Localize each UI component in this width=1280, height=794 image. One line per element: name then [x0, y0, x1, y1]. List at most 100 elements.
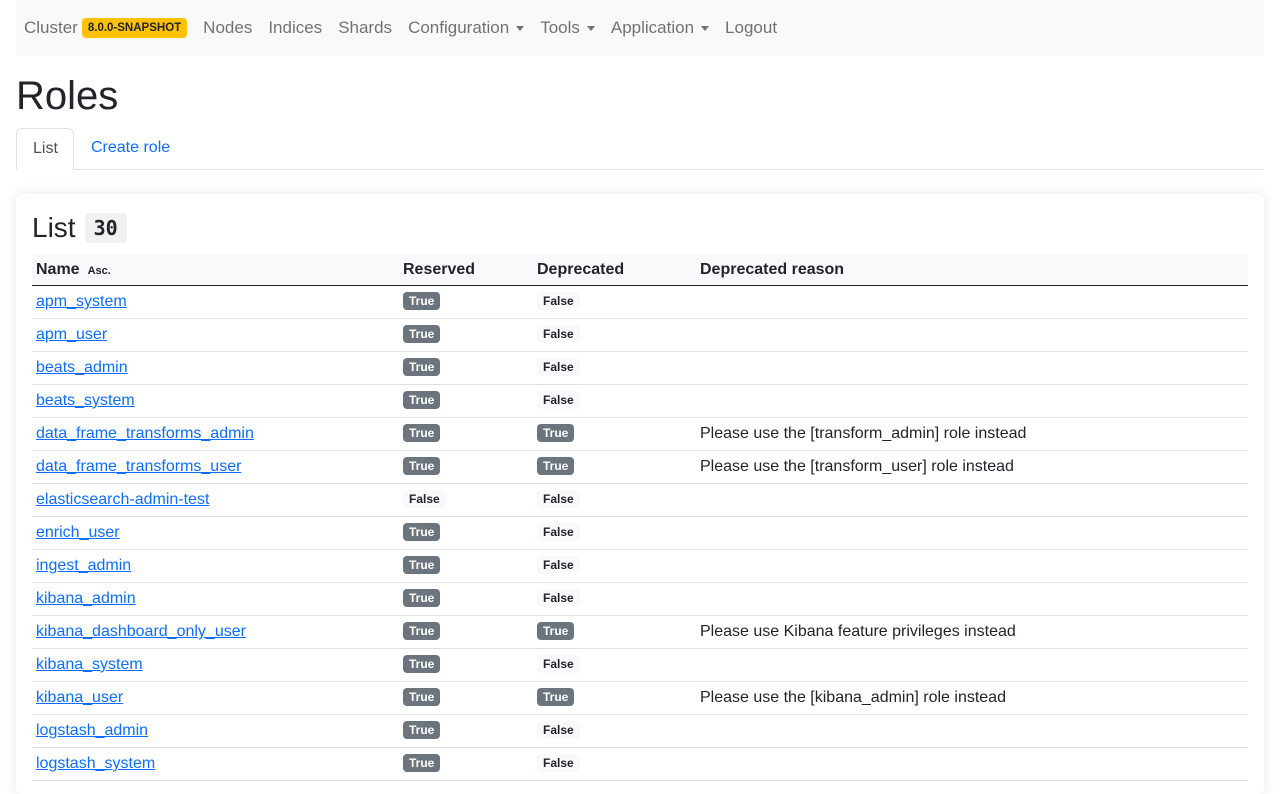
- deprecated-reason-cell: Please use the [transform_admin] role in…: [700, 425, 1027, 442]
- reserved-badge: True: [403, 588, 441, 607]
- role-link[interactable]: kibana_user: [36, 689, 123, 706]
- reserved-cell: True: [403, 319, 441, 351]
- reserved-badge: True: [403, 720, 441, 739]
- deprecated-cell: True: [537, 616, 575, 648]
- caret-down-icon: [586, 26, 595, 31]
- deprecated-cell: False: [537, 352, 580, 384]
- deprecated-cell: False: [537, 550, 580, 582]
- deprecated-cell: False: [537, 319, 580, 351]
- table-row: logstash_admin True False: [32, 715, 1248, 748]
- name-cell: logstash_admin: [36, 715, 148, 747]
- reserved-cell: True: [403, 418, 441, 450]
- nav-item-label: Application: [610, 18, 695, 37]
- table-row: kibana_user True True Please use the [kiban…: [32, 682, 1248, 715]
- nav-item-label: Configuration: [408, 18, 510, 37]
- deprecated-badge: True: [537, 687, 575, 706]
- reserved-badge: True: [403, 390, 441, 409]
- tab-list[interactable]: List: [16, 128, 74, 170]
- reserved-cell: True: [403, 583, 441, 615]
- role-link[interactable]: ingest_admin: [36, 557, 131, 574]
- role-link[interactable]: logstash_admin: [36, 722, 148, 739]
- nav-item-nodes[interactable]: Nodes: [203, 18, 252, 38]
- sort-indicator: Asc.: [87, 265, 111, 277]
- nav-item-shards[interactable]: Shards: [338, 18, 392, 38]
- table-row: kibana_dashboard_only_user True True Please…: [32, 616, 1248, 649]
- role-link[interactable]: beats_system: [36, 392, 135, 409]
- name-cell: logstash_system: [36, 748, 155, 780]
- name-cell: apm_system: [36, 286, 127, 318]
- deprecated-badge: False: [537, 357, 580, 376]
- column-label: Name: [36, 261, 80, 278]
- reserved-cell: False: [403, 484, 446, 516]
- table-row: beats_admin True False: [32, 352, 1248, 385]
- name-cell: kibana_dashboard_only_user: [36, 616, 246, 648]
- role-link[interactable]: kibana_system: [36, 656, 143, 673]
- deprecated-cell: False: [537, 583, 580, 615]
- count-badge: 30: [84, 213, 127, 243]
- nav-item-label: Nodes: [203, 18, 253, 37]
- nav-dropdown-configuration[interactable]: Configuration: [408, 18, 525, 38]
- role-link[interactable]: data_frame_transforms_user: [36, 458, 241, 475]
- deprecated-badge: True: [537, 456, 575, 475]
- reserved-cell: True: [403, 352, 441, 384]
- reserved-cell: True: [403, 616, 441, 648]
- name-cell: data_frame_transforms_admin: [36, 418, 254, 450]
- column-header-deprecated: Deprecated: [537, 261, 625, 278]
- table-row: data_frame_transforms_user True True Please…: [32, 451, 1248, 484]
- list-title: List: [32, 212, 76, 243]
- table-row: logstash_system True False: [32, 748, 1248, 781]
- role-link[interactable]: kibana_admin: [36, 590, 136, 607]
- role-link[interactable]: data_frame_transforms_admin: [36, 425, 254, 442]
- deprecated-badge: False: [537, 753, 580, 772]
- table-header: Name Asc. Reserved Deprecated Deprecated …: [32, 254, 1248, 286]
- deprecated-reason-cell: Please use the [transform_user] role ins…: [700, 458, 1014, 475]
- name-cell: beats_admin: [36, 352, 128, 384]
- reserved-badge: True: [403, 522, 441, 541]
- nav-item-logout[interactable]: Logout: [725, 18, 777, 38]
- nav-item-indices[interactable]: Indices: [268, 18, 322, 38]
- deprecated-reason-cell: Please use the [kibana_admin] role inste…: [700, 689, 1006, 706]
- reserved-badge: False: [403, 489, 446, 508]
- role-link[interactable]: kibana_dashboard_only_user: [36, 623, 246, 640]
- reserved-badge: True: [403, 324, 441, 343]
- nav-dropdown-application[interactable]: Application: [610, 18, 710, 38]
- nav-item-label: Shards: [338, 18, 393, 37]
- role-link[interactable]: logstash_system: [36, 755, 155, 772]
- roles-list-card: List 30 Name Asc. Reserved Deprecated Dep…: [16, 194, 1264, 794]
- column-header-name[interactable]: Name Asc.: [36, 254, 111, 287]
- deprecated-badge: False: [537, 390, 580, 409]
- tab-bar: List Create role: [16, 128, 1264, 170]
- reserved-badge: True: [403, 291, 441, 310]
- cluster-brand[interactable]: Cluster 8.0.0-SNAPSHOT: [24, 18, 188, 38]
- deprecated-badge: False: [537, 522, 580, 541]
- reserved-cell: True: [403, 385, 441, 417]
- deprecated-badge: True: [537, 423, 575, 442]
- deprecated-badge: False: [537, 720, 580, 739]
- name-cell: kibana_admin: [36, 583, 136, 615]
- role-link[interactable]: beats_admin: [36, 359, 128, 376]
- name-cell: ingest_admin: [36, 550, 131, 582]
- deprecated-cell: True: [537, 682, 575, 714]
- nav-item-label: Tools: [540, 18, 580, 37]
- deprecated-badge: False: [537, 291, 580, 310]
- caret-down-icon: [701, 26, 710, 31]
- reserved-cell: True: [403, 550, 441, 582]
- deprecated-cell: False: [537, 649, 580, 681]
- reserved-cell: True: [403, 286, 441, 318]
- role-link[interactable]: elasticsearch-admin-test: [36, 491, 209, 508]
- column-header-reserved: Reserved: [403, 261, 476, 278]
- table-row: kibana_admin True False: [32, 583, 1248, 616]
- name-cell: apm_user: [36, 319, 107, 351]
- reserved-badge: True: [403, 654, 441, 673]
- table-row: apm_user True False: [32, 319, 1248, 352]
- reserved-badge: True: [403, 687, 441, 706]
- role-link[interactable]: enrich_user: [36, 524, 120, 541]
- deprecated-badge: True: [537, 621, 575, 640]
- reserved-badge: True: [403, 456, 441, 475]
- name-cell: enrich_user: [36, 517, 120, 549]
- role-link[interactable]: apm_system: [36, 293, 127, 310]
- role-link[interactable]: apm_user: [36, 326, 107, 343]
- table-row: data_frame_transforms_admin True True Pleas…: [32, 418, 1248, 451]
- tab-create-role[interactable]: Create role: [75, 128, 186, 170]
- nav-dropdown-tools[interactable]: Tools: [540, 18, 595, 38]
